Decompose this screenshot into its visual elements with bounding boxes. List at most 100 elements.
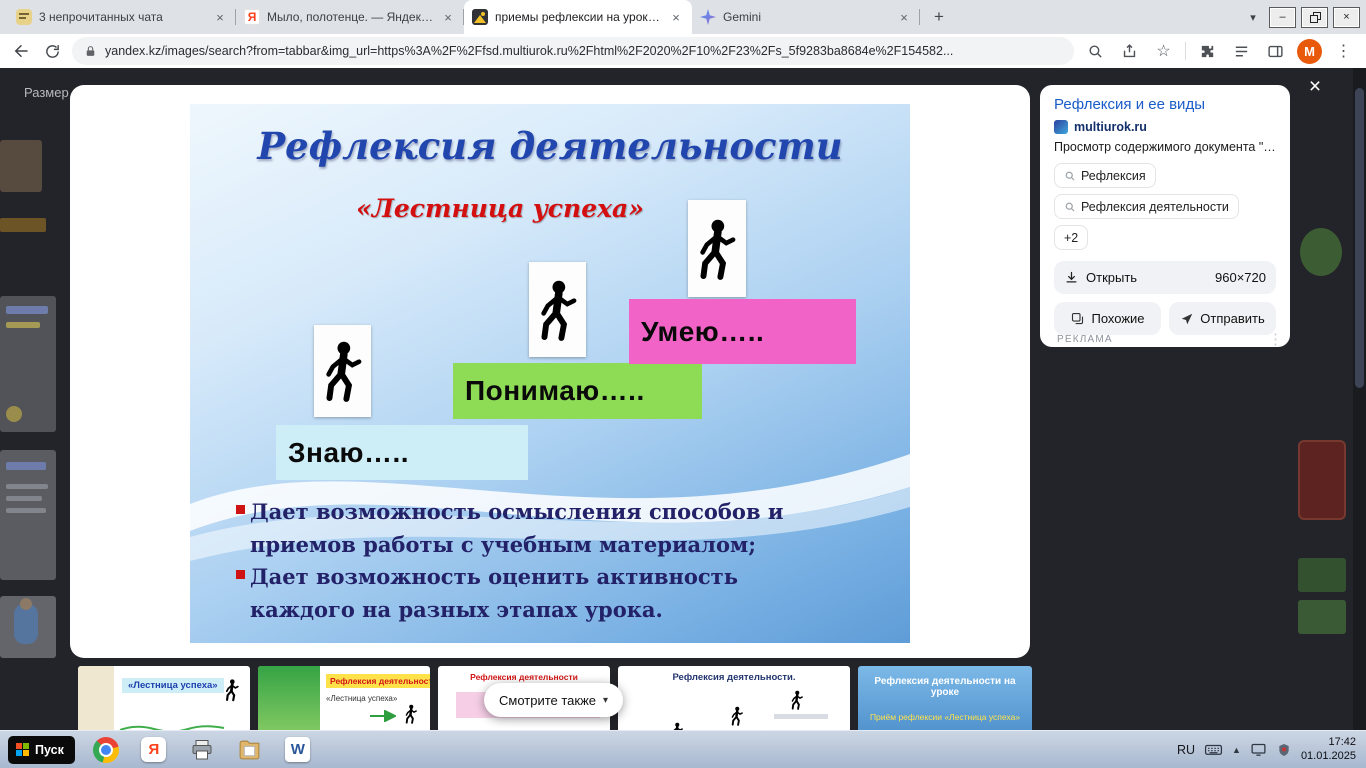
clock[interactable]: 17:42 01.01.2025 bbox=[1301, 736, 1356, 764]
tab-close-icon[interactable]: × bbox=[440, 9, 456, 25]
share-icon[interactable] bbox=[1117, 39, 1142, 63]
tab-chats[interactable]: 3 непрочитанных чата × bbox=[8, 0, 236, 34]
walking-person-icon bbox=[695, 211, 739, 287]
walking-person-icon bbox=[404, 702, 418, 726]
dimmed-thumbnail bbox=[0, 218, 46, 232]
scrollbar-thumb[interactable] bbox=[1355, 88, 1364, 388]
image-zoom-icon[interactable] bbox=[1083, 39, 1108, 63]
walking-figure-card bbox=[529, 262, 586, 357]
tag-chip[interactable]: Рефлексия bbox=[1054, 163, 1156, 188]
window-minimize-button[interactable]: – bbox=[1269, 7, 1296, 28]
thumb-decoration bbox=[774, 714, 828, 719]
tab-title: Gemini bbox=[723, 10, 889, 24]
tab-close-icon[interactable]: × bbox=[212, 9, 228, 25]
related-thumbnail[interactable]: Рефлексия деятельности «Лестница успеха» bbox=[258, 666, 430, 730]
ad-menu-kebab-icon[interactable]: ⋮ bbox=[1268, 330, 1283, 348]
related-thumbnail[interactable]: Рефлексия деятельности на уроке Приём ре… bbox=[858, 666, 1032, 730]
browser-menu-kebab-icon[interactable]: ⋮ bbox=[1331, 39, 1356, 63]
new-tab-button[interactable]: + bbox=[926, 4, 952, 30]
address-bar[interactable]: yandex.kz/images/search?from=tabbar&img_… bbox=[72, 37, 1074, 65]
image-title-link[interactable]: Рефлексия и ее виды bbox=[1054, 96, 1276, 113]
taskbar-word-button[interactable]: W bbox=[281, 735, 315, 765]
arrow-icon bbox=[370, 710, 396, 722]
dimmed-thumbnail bbox=[0, 140, 42, 192]
chat-favicon-icon bbox=[16, 9, 32, 25]
walking-person-icon bbox=[730, 704, 744, 728]
more-tags-chip[interactable]: +2 bbox=[1054, 225, 1088, 250]
slide-image[interactable]: Рефлексия деятельности «Лестница успеха»… bbox=[190, 104, 910, 643]
printer-icon bbox=[190, 738, 214, 762]
window-restore-button[interactable] bbox=[1301, 7, 1328, 28]
tab-search-chevron-icon[interactable]: ▾ bbox=[1242, 11, 1264, 24]
start-button[interactable]: Пуск bbox=[8, 736, 75, 764]
refresh-button[interactable] bbox=[41, 40, 63, 62]
display-tray-icon[interactable] bbox=[1250, 741, 1267, 758]
time-text: 17:42 bbox=[1301, 736, 1356, 750]
related-thumbnail[interactable]: Рефлексия деятельности. bbox=[618, 666, 850, 730]
walking-person-icon bbox=[790, 688, 804, 712]
profile-avatar[interactable]: M bbox=[1297, 39, 1322, 64]
chevron-down-icon: ▾ bbox=[603, 695, 608, 706]
related-thumbnail[interactable]: «Лестница успеха» bbox=[78, 666, 250, 730]
bullet-text: Дает возможность оценить активность кажд… bbox=[250, 561, 820, 626]
side-panel-icon[interactable] bbox=[1263, 39, 1288, 63]
reading-list-icon[interactable] bbox=[1229, 39, 1254, 63]
browser-tab-bar: 3 непрочитанных чата × Я Мыло, полотенце… bbox=[0, 0, 1366, 34]
viewer-close-icon[interactable]: × bbox=[1303, 76, 1327, 100]
back-button[interactable] bbox=[10, 40, 32, 62]
see-also-button[interactable]: Смотрите также ▾ bbox=[484, 683, 623, 717]
gemini-favicon-icon bbox=[700, 9, 716, 25]
send-label: Отправить bbox=[1200, 311, 1264, 326]
keyboard-icon[interactable] bbox=[1204, 740, 1223, 759]
tab-close-icon[interactable]: × bbox=[668, 9, 684, 25]
windows-logo-icon bbox=[16, 743, 29, 756]
restore-icon bbox=[1310, 12, 1320, 22]
see-also-label: Смотрите также bbox=[499, 693, 596, 708]
bookmark-star-icon[interactable]: ☆ bbox=[1151, 39, 1176, 63]
dimmed-thumbnail bbox=[1298, 600, 1346, 634]
related-tags: Рефлексия Рефлексия деятельности +2 bbox=[1054, 163, 1276, 250]
date-text: 01.01.2025 bbox=[1301, 750, 1356, 764]
source-row[interactable]: multiurok.ru bbox=[1054, 120, 1276, 134]
tab-close-icon[interactable]: × bbox=[896, 9, 912, 25]
ad-section: РЕКЛАМА ⋮ bbox=[1057, 330, 1283, 348]
open-image-button[interactable]: Открыть 960×720 bbox=[1054, 261, 1276, 294]
image-info-panel: Рефлексия и ее виды multiurok.ru Просмот… bbox=[1040, 85, 1290, 347]
window-close-button[interactable]: × bbox=[1333, 7, 1360, 28]
slide-bullets: Дает возможность осмысления способов и п… bbox=[236, 496, 820, 626]
yandex-favicon-icon: Я bbox=[244, 9, 260, 25]
thumb-title: Рефлексия деятельности. bbox=[618, 672, 850, 683]
taskbar-files-button[interactable] bbox=[233, 735, 267, 765]
taskbar-printer-button[interactable] bbox=[185, 735, 219, 765]
dimmed-thumbnail bbox=[0, 450, 56, 580]
yandex-browser-icon: Я bbox=[141, 737, 166, 762]
bullet-marker bbox=[236, 505, 245, 514]
image-viewer-modal: Рефлексия деятельности «Лестница успеха»… bbox=[70, 85, 1030, 658]
screen: 3 непрочитанных чата × Я Мыло, полотенце… bbox=[0, 0, 1366, 768]
tab-yandex-search[interactable]: Я Мыло, полотенце. — Яндекс: наш × bbox=[236, 0, 464, 34]
dimmed-thumbnail bbox=[0, 596, 56, 658]
walking-figure-card bbox=[688, 200, 746, 297]
start-label: Пуск bbox=[35, 743, 64, 757]
tray-expand-icon[interactable]: ▲ bbox=[1232, 745, 1241, 755]
taskbar-yandex-button[interactable]: Я bbox=[137, 735, 171, 765]
tag-chip[interactable]: Рефлексия деятельности bbox=[1054, 194, 1239, 219]
extensions-puzzle-icon[interactable] bbox=[1195, 39, 1220, 63]
step-can: Умею….. bbox=[629, 299, 856, 364]
walking-person-icon bbox=[321, 333, 365, 409]
page-scrollbar[interactable] bbox=[1353, 68, 1366, 730]
walking-person-icon bbox=[670, 720, 684, 730]
walking-figure-card bbox=[314, 325, 371, 417]
tab-gemini[interactable]: Gemini × bbox=[692, 0, 920, 34]
tab-images-active[interactable]: приемы рефлексии на уроках в на × bbox=[464, 0, 692, 34]
tag-label: Рефлексия bbox=[1081, 169, 1146, 183]
tab-title: Мыло, полотенце. — Яндекс: наш bbox=[267, 10, 433, 24]
source-domain: multiurok.ru bbox=[1074, 120, 1147, 134]
thumb-title: Рефлексия деятельности на уроке bbox=[858, 676, 1032, 698]
system-tray: RU ▲ 17:42 01.01.2025 bbox=[1177, 736, 1358, 764]
thumb-caption: «Лестница успеха» bbox=[122, 678, 224, 693]
language-indicator[interactable]: RU bbox=[1177, 743, 1195, 757]
search-icon bbox=[1064, 201, 1076, 213]
security-tray-icon[interactable] bbox=[1276, 742, 1292, 758]
taskbar-chrome-button[interactable] bbox=[89, 735, 123, 765]
